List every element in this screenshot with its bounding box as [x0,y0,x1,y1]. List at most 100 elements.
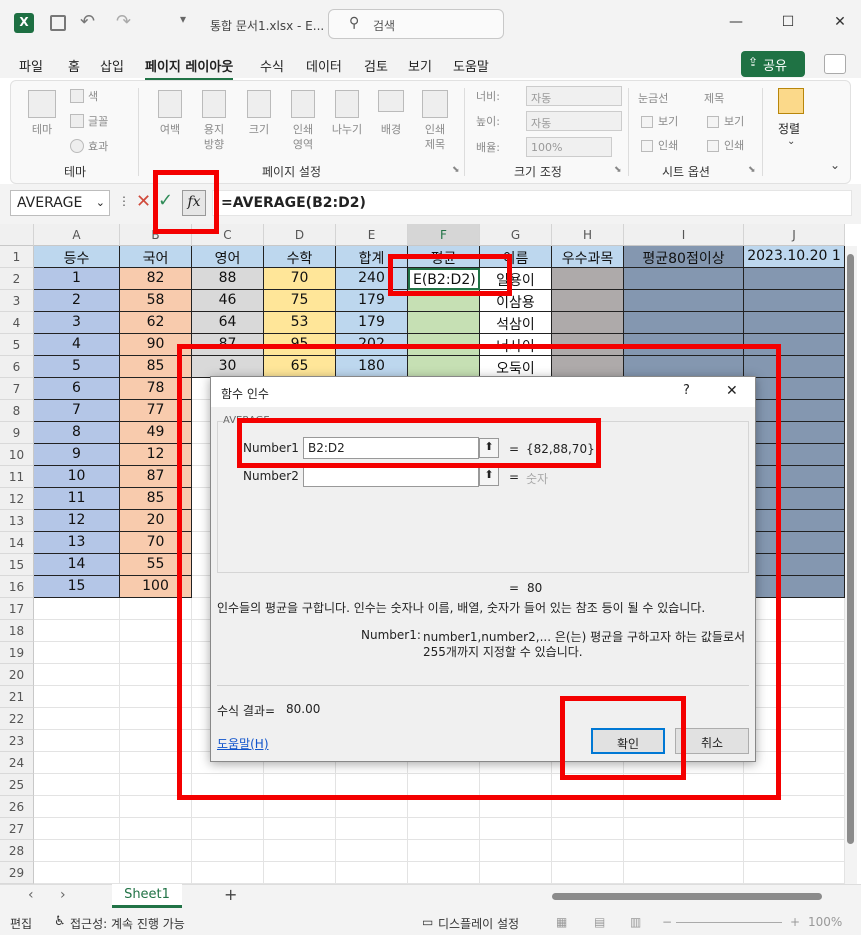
empty-cell[interactable] [744,840,845,862]
size-icon[interactable] [247,90,271,118]
effects-icon[interactable] [70,139,84,153]
cell-a4[interactable]: 3 [34,312,120,334]
number2-collapse-icon[interactable]: ⬆ [479,466,499,486]
cell-h2[interactable] [552,268,624,290]
header-cell[interactable]: 2023.10.20 1 [744,246,845,268]
page-layout-view-icon[interactable]: ▤ [594,915,605,929]
menu-page-layout[interactable]: 페이지 레이아웃 [145,56,234,81]
gridlines-view-checkbox[interactable] [641,116,653,128]
empty-cell[interactable] [480,818,552,840]
column-header-i[interactable]: I [624,224,744,246]
effects-button[interactable]: 효과 [88,139,108,154]
empty-cell[interactable] [408,862,480,884]
column-header-g[interactable]: G [480,224,552,246]
menu-help[interactable]: 도움말 [453,56,489,75]
cell-a3[interactable]: 2 [34,290,120,312]
row-header-13[interactable]: 13 [0,510,34,532]
quick-access-more-icon[interactable]: ▾ [180,12,186,26]
cell-a15[interactable]: 14 [34,554,120,576]
breaks-icon[interactable] [335,90,359,118]
sheet-tab-sheet1[interactable]: Sheet1 [112,884,182,908]
row-header-14[interactable]: 14 [0,532,34,554]
header-cell[interactable]: 영어 [192,246,264,268]
cell-d4[interactable]: 53 [264,312,336,334]
cell-a12[interactable]: 11 [34,488,120,510]
cell-j3[interactable] [744,290,845,312]
empty-cell[interactable] [336,840,408,862]
save-icon[interactable] [50,15,66,31]
cell-c3[interactable]: 46 [192,290,264,312]
empty-cell[interactable] [34,774,120,796]
cell-b4[interactable]: 62 [120,312,192,334]
gridlines-print-checkbox[interactable] [641,140,653,152]
share-button[interactable]: ⇪ 공유 [741,51,805,77]
empty-cell[interactable] [336,818,408,840]
empty-cell[interactable] [552,818,624,840]
row-header-23[interactable]: 23 [0,730,34,752]
row-header-18[interactable]: 18 [0,620,34,642]
normal-view-icon[interactable]: ▦ [556,915,567,929]
prev-sheet-icon[interactable]: ‹ [28,887,34,903]
maximize-button[interactable]: ☐ [778,14,798,34]
theme-button[interactable]: 테마 [22,122,62,137]
arrange-button[interactable]: 정렬 [778,120,800,137]
colors-icon[interactable] [70,89,84,103]
fonts-icon[interactable] [70,114,84,128]
column-header-a[interactable]: A [34,224,120,246]
row-header-16[interactable]: 16 [0,576,34,598]
cell-a16[interactable]: 15 [34,576,120,598]
menu-view[interactable]: 보기 [408,56,432,75]
empty-cell[interactable] [34,818,120,840]
row-header-24[interactable]: 24 [0,752,34,774]
cell-a14[interactable]: 13 [34,532,120,554]
zoom-level[interactable]: 100% [808,915,842,929]
empty-cell[interactable] [34,862,120,884]
zoom-slider[interactable] [676,922,782,923]
cell-a6[interactable]: 5 [34,356,120,378]
row-header-17[interactable]: 17 [0,598,34,620]
display-settings[interactable]: 디스플레이 설정 [438,915,519,932]
header-cell[interactable]: 수학 [264,246,336,268]
row-header-22[interactable]: 22 [0,708,34,730]
cell-a2[interactable]: 1 [34,268,120,290]
column-header-f[interactable]: F [408,224,480,246]
cell-g4[interactable]: 석삼이 [480,312,552,334]
header-cell[interactable]: 등수 [34,246,120,268]
column-header-d[interactable]: D [264,224,336,246]
cell-b3[interactable]: 58 [120,290,192,312]
ribbon-collapse-icon[interactable]: ⌄ [830,158,840,172]
row-header-7[interactable]: 7 [0,378,34,400]
redo-icon[interactable]: ↷ [116,11,131,32]
headings-view-checkbox[interactable] [707,116,719,128]
row-header-21[interactable]: 21 [0,686,34,708]
empty-cell[interactable] [34,708,120,730]
row-header-9[interactable]: 9 [0,422,34,444]
cell-a9[interactable]: 8 [34,422,120,444]
zoom-in-icon[interactable]: + [790,915,800,929]
size-button[interactable]: 크기 [239,122,279,137]
row-header-12[interactable]: 12 [0,488,34,510]
row-header-20[interactable]: 20 [0,664,34,686]
headings-print-checkbox[interactable] [707,140,719,152]
print-area-button[interactable]: 인쇄 영역 [283,122,323,152]
empty-cell[interactable] [34,752,120,774]
cell-b2[interactable]: 82 [120,268,192,290]
cell-h4[interactable] [552,312,624,334]
row-header-5[interactable]: 5 [0,334,34,356]
empty-cell[interactable] [624,840,744,862]
empty-cell[interactable] [192,862,264,884]
row-header-1[interactable]: 1 [0,246,34,268]
empty-cell[interactable] [624,862,744,884]
row-header-26[interactable]: 26 [0,796,34,818]
search-box[interactable]: ⚲ 검색 [328,9,504,39]
breaks-button[interactable]: 나누기 [325,122,369,137]
column-header-e[interactable]: E [336,224,408,246]
cell-h3[interactable] [552,290,624,312]
empty-cell[interactable] [744,862,845,884]
row-header-10[interactable]: 10 [0,444,34,466]
height-select[interactable]: 자동 [526,111,622,131]
empty-cell[interactable] [480,840,552,862]
cell-c4[interactable]: 64 [192,312,264,334]
empty-cell[interactable] [34,730,120,752]
number2-input[interactable] [303,465,479,487]
